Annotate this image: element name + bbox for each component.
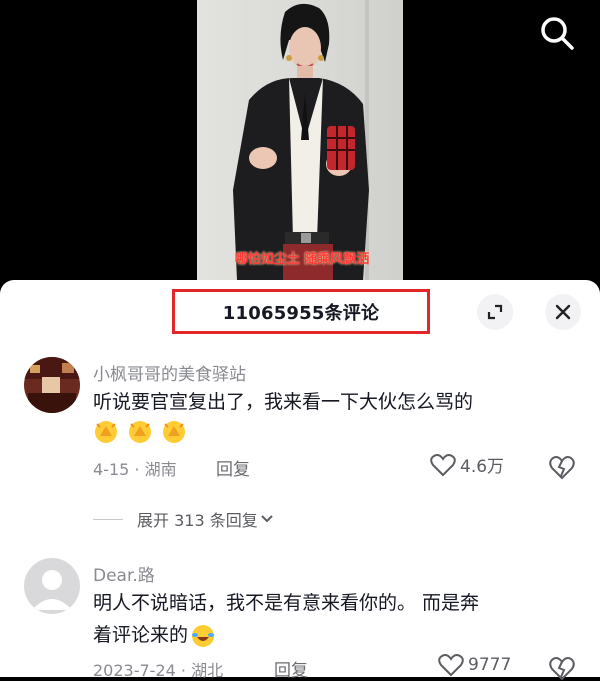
comment-date-location: 4-15 · 湖南 [93,460,177,479]
dislike-icon[interactable] [548,454,576,480]
avatar[interactable] [24,357,80,413]
comment-emojis [93,419,187,445]
clap-emoji-icon [95,421,117,443]
default-avatar-icon [24,558,80,614]
comment-count-title: 11065955条评论 [222,302,380,324]
close-button[interactable] [545,294,581,330]
chevron-down-icon [261,515,273,523]
comment-count-highlight: 11065955条评论 [172,289,430,334]
expand-button[interactable] [477,294,513,330]
comment-text-line2: 着评论来的 [93,624,189,646]
search-button[interactable] [538,14,576,52]
video-frame: 哪怕如尘土 随乘风飘洒 [197,0,403,280]
comment-username[interactable]: 小枫哥哥的美食驿站 [93,360,246,385]
video-caption: 哪怕如尘土 随乘风飘洒 [234,252,370,267]
dislike-icon[interactable] [548,655,576,681]
comment-username[interactable]: Dear.路 [93,561,155,586]
divider-line [93,518,123,520]
expand-icon [487,304,503,320]
heart-icon [438,654,464,677]
avatar-image [24,357,80,413]
clap-emoji-icon [129,421,151,443]
close-icon [555,304,571,320]
laughing-tears-emoji-icon [192,624,215,647]
like-button[interactable]: 9777 [438,653,511,677]
video-player[interactable]: 哪怕如尘土 随乘风飘洒 [0,0,600,300]
like-count: 4.6万 [460,457,505,477]
comments-panel: 11065955条评论 小枫哥哥的美食驿站 听说要官宣复出了，我来看一下大伙怎么… [0,280,600,681]
comment-text: 听说要官宣复出了，我来看一下大伙怎么骂的 [93,391,474,413]
like-count: 9777 [468,655,512,675]
avatar[interactable] [24,558,80,614]
search-icon [541,17,574,50]
comment-date-location: 2023-7-24 · 湖北 [93,661,224,680]
reply-button[interactable]: 回复 [216,455,250,480]
video-person-image [233,3,369,280]
like-button[interactable]: 4.6万 [430,452,504,477]
comment-text-line1: 明人不说暗话，我不是有意来看你的。 而是奔 [93,592,480,614]
heart-icon [430,453,456,476]
expand-replies-label: 展开 313 条回复 [137,511,258,530]
reply-button[interactable]: 回复 [274,656,308,681]
clap-emoji-icon [163,421,185,443]
comment-text-line2-row: 着评论来的 [93,619,216,652]
expand-replies-button[interactable]: 展开 313 条回复 [93,507,276,531]
